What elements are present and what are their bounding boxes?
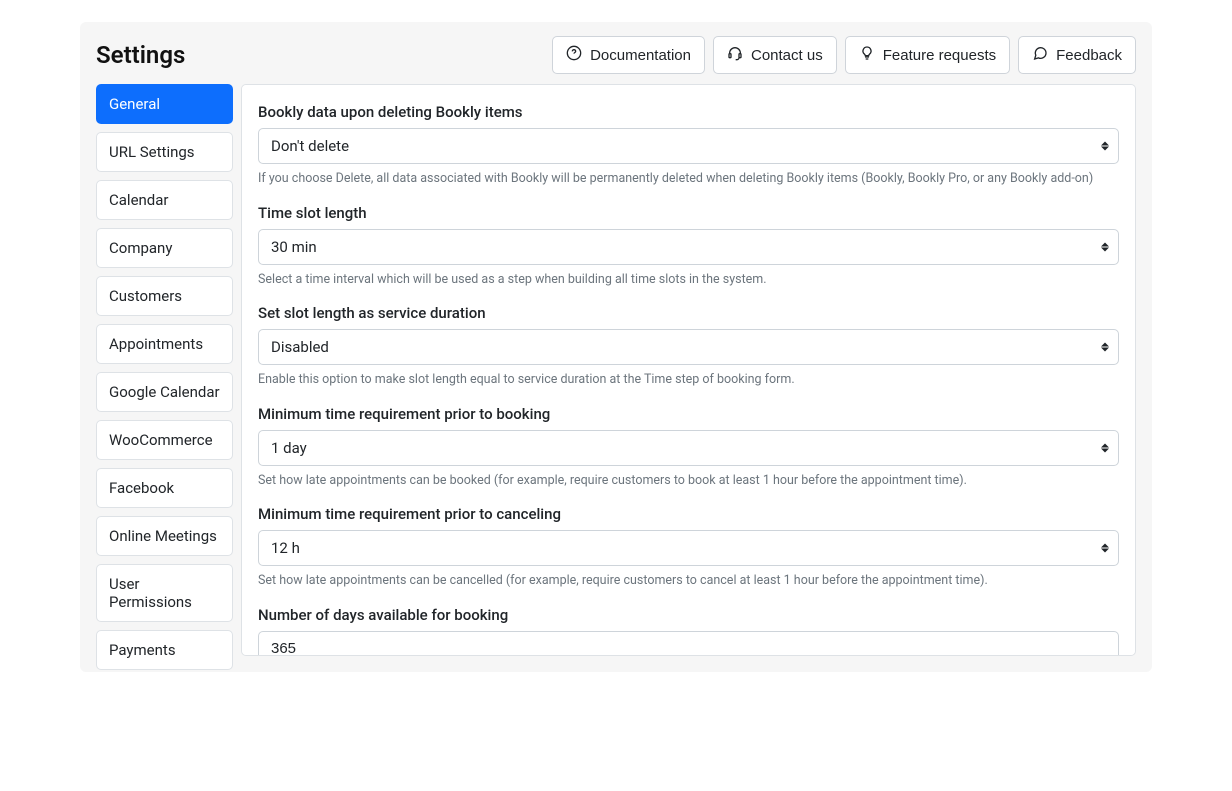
min-cancel-select[interactable]: 12 h [258,530,1119,566]
sidebar-item-payments[interactable]: Payments [96,630,233,670]
panel-body: General URL Settings Calendar Company Cu… [80,84,1152,672]
sidebar-item-general[interactable]: General [96,84,233,124]
settings-panel: Settings Documentation Contact us [80,22,1152,672]
help-circle-icon [566,45,582,65]
button-label: Contact us [751,47,823,64]
feedback-button[interactable]: Feedback [1018,36,1136,74]
field-label: Minimum time requirement prior to bookin… [258,405,1119,423]
headset-icon [727,45,743,65]
sidebar-item-facebook[interactable]: Facebook [96,468,233,508]
settings-sidebar: General URL Settings Calendar Company Cu… [96,84,233,656]
field-help: Select a time interval which will be use… [258,271,1119,289]
documentation-button[interactable]: Documentation [552,36,705,74]
comment-icon [1032,45,1048,65]
delete-data-select[interactable]: Don't delete [258,128,1119,164]
sidebar-item-woocommerce[interactable]: WooCommerce [96,420,233,460]
sidebar-item-url-settings[interactable]: URL Settings [96,132,233,172]
days-available-input[interactable] [258,631,1119,657]
field-min-cancel: Minimum time requirement prior to cancel… [258,505,1119,590]
field-label: Minimum time requirement prior to cancel… [258,505,1119,523]
field-min-booking: Minimum time requirement prior to bookin… [258,405,1119,490]
field-help: Set how late appointments can be booked … [258,472,1119,490]
header-buttons: Documentation Contact us Feature request… [552,36,1136,74]
button-label: Feedback [1056,47,1122,64]
feature-requests-button[interactable]: Feature requests [845,36,1010,74]
button-label: Documentation [590,47,691,64]
min-booking-select[interactable]: 1 day [258,430,1119,466]
field-slot-as-duration: Set slot length as service duration Disa… [258,304,1119,389]
field-slot-length: Time slot length 30 min Select a time in… [258,204,1119,289]
lightbulb-icon [859,45,875,65]
field-label: Time slot length [258,204,1119,222]
field-help: If you choose Delete, all data associate… [258,170,1119,188]
sidebar-item-online-meetings[interactable]: Online Meetings [96,516,233,556]
sidebar-item-company[interactable]: Company [96,228,233,268]
field-delete-data: Bookly data upon deleting Bookly items D… [258,103,1119,188]
slot-length-select[interactable]: 30 min [258,229,1119,265]
sidebar-item-appointments[interactable]: Appointments [96,324,233,364]
slot-as-duration-select[interactable]: Disabled [258,329,1119,365]
field-help: Enable this option to make slot length e… [258,371,1119,389]
button-label: Feature requests [883,47,996,64]
sidebar-item-calendar[interactable]: Calendar [96,180,233,220]
sidebar-item-google-calendar[interactable]: Google Calendar [96,372,233,412]
field-label: Bookly data upon deleting Bookly items [258,103,1119,121]
field-label: Number of days available for booking [258,606,1119,624]
panel-header: Settings Documentation Contact us [80,22,1152,84]
sidebar-item-user-permissions[interactable]: User Permissions [96,564,233,622]
sidebar-item-customers[interactable]: Customers [96,276,233,316]
field-help: Set how late appointments can be cancell… [258,572,1119,590]
field-days-available: Number of days available for booking Set… [258,606,1119,657]
field-label: Set slot length as service duration [258,304,1119,322]
page-title: Settings [96,41,185,69]
contact-us-button[interactable]: Contact us [713,36,837,74]
settings-content[interactable]: Bookly data upon deleting Bookly items D… [241,84,1136,656]
